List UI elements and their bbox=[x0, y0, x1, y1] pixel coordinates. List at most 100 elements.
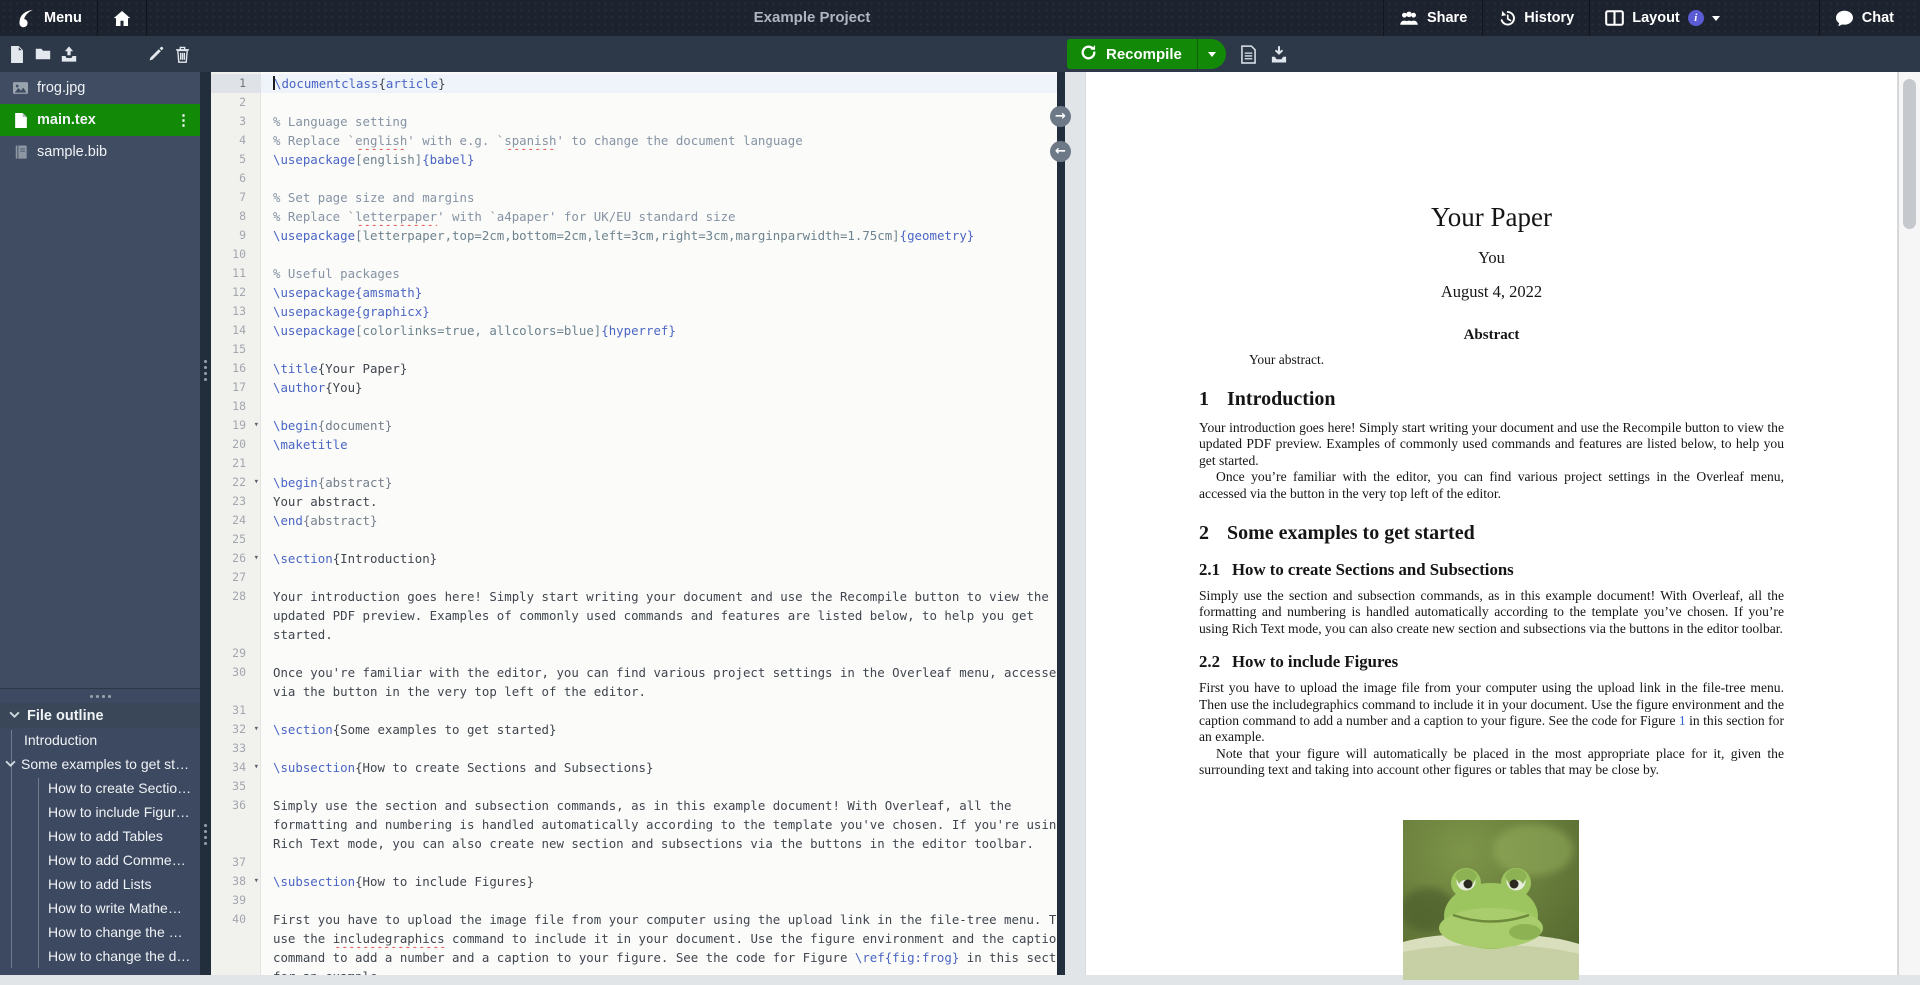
line-number: 11 bbox=[211, 264, 261, 283]
editor-line[interactable]: 28Your introduction goes here! Simply st… bbox=[211, 587, 1057, 606]
editor-line[interactable]: 5\usepackage[english]{babel} bbox=[211, 150, 1057, 169]
editor-pdf-divider[interactable] bbox=[1057, 72, 1065, 975]
outline-item-label: How to write Mathe… bbox=[48, 896, 182, 920]
editor-line[interactable]: for an example. bbox=[211, 967, 1057, 975]
editor-line[interactable]: 32▾\section{Some examples to get started… bbox=[211, 720, 1057, 739]
editor-line[interactable]: 39 bbox=[211, 891, 1057, 910]
file-row-main.tex[interactable]: main.tex⋮ bbox=[0, 104, 200, 136]
editor-line[interactable]: 22▾\begin{abstract} bbox=[211, 473, 1057, 492]
editor-line[interactable]: 19▾\begin{document} bbox=[211, 416, 1057, 435]
pdf-scrollbar[interactable] bbox=[1898, 72, 1920, 975]
upload-button[interactable] bbox=[55, 40, 83, 68]
editor-line[interactable]: 36Simply use the section and subsection … bbox=[211, 796, 1057, 815]
editor-line[interactable]: 11% Useful packages bbox=[211, 264, 1057, 283]
editor-line[interactable]: 15 bbox=[211, 340, 1057, 359]
sidebar-resize-divider[interactable] bbox=[200, 72, 211, 975]
outline-item[interactable]: How to create Sectio… bbox=[0, 776, 200, 800]
fold-arrow-icon[interactable]: ▾ bbox=[254, 720, 259, 739]
editor-line[interactable]: 29 bbox=[211, 644, 1057, 663]
editor-line[interactable]: 30Once you're familiar with the editor, … bbox=[211, 663, 1057, 682]
history-button[interactable]: History bbox=[1482, 0, 1589, 36]
editor-line[interactable]: 21 bbox=[211, 454, 1057, 473]
new-file-button[interactable] bbox=[3, 40, 31, 68]
share-button[interactable]: Share bbox=[1383, 0, 1482, 36]
view-logs-button[interactable] bbox=[1241, 45, 1256, 64]
editor-line[interactable]: 1\documentclass{article} bbox=[211, 74, 1057, 93]
editor-line[interactable]: 4% Replace `english' with e.g. `spanish'… bbox=[211, 131, 1057, 150]
outline-item[interactable]: How to include Figur… bbox=[0, 800, 200, 824]
home-button[interactable] bbox=[98, 0, 147, 36]
outline-item[interactable]: How to add Comme… bbox=[0, 848, 200, 872]
jump-to-code-button[interactable]: ← bbox=[1050, 141, 1071, 162]
editor-line[interactable]: started. bbox=[211, 625, 1057, 644]
editor-line[interactable]: 37 bbox=[211, 853, 1057, 872]
chat-button[interactable]: Chat bbox=[1819, 0, 1920, 36]
outline-item[interactable]: How to change the d… bbox=[0, 944, 200, 968]
editor-line[interactable]: 24\end{abstract} bbox=[211, 511, 1057, 530]
pdf-scrollbar-thumb[interactable] bbox=[1903, 79, 1916, 229]
editor-line[interactable]: 17\author{You} bbox=[211, 378, 1057, 397]
file-row-frog.jpg[interactable]: frog.jpg bbox=[0, 72, 200, 104]
editor-line[interactable]: updated PDF preview. Examples of commonl… bbox=[211, 606, 1057, 625]
outline-item[interactable]: How to write Mathe… bbox=[0, 896, 200, 920]
editor-line[interactable]: 34▾\subsection{How to create Sections an… bbox=[211, 758, 1057, 777]
editor-line[interactable]: 10 bbox=[211, 245, 1057, 264]
editor-line[interactable]: 35 bbox=[211, 777, 1057, 796]
line-number bbox=[211, 834, 261, 853]
menu-button[interactable]: Menu bbox=[0, 0, 98, 36]
outline-item[interactable]: How to add Tables bbox=[0, 824, 200, 848]
layout-info-badge[interactable]: i bbox=[1688, 10, 1704, 26]
delete-button[interactable] bbox=[168, 40, 196, 68]
editor-line[interactable]: command to add a number and a caption to… bbox=[211, 948, 1057, 967]
editor-line[interactable]: 18 bbox=[211, 397, 1057, 416]
editor-line[interactable]: 38▾\subsection{How to include Figures} bbox=[211, 872, 1057, 891]
history-label: History bbox=[1524, 10, 1574, 26]
pdf-link[interactable]: 1 bbox=[1679, 713, 1686, 728]
editor-line[interactable]: 13\usepackage{graphicx} bbox=[211, 302, 1057, 321]
editor-line[interactable]: use the includegraphics command to inclu… bbox=[211, 929, 1057, 948]
outline-item-label: How to add Tables bbox=[48, 824, 163, 848]
fold-arrow-icon[interactable]: ▾ bbox=[254, 549, 259, 568]
file-outline-header[interactable]: File outline bbox=[0, 703, 200, 728]
editor-line[interactable]: 6 bbox=[211, 169, 1057, 188]
file-actions-menu-icon[interactable]: ⋮ bbox=[176, 111, 191, 129]
code-editor[interactable]: 1\documentclass{article}23% Language set… bbox=[211, 72, 1057, 975]
outline-item[interactable]: Introduction bbox=[0, 728, 200, 752]
rename-button[interactable] bbox=[142, 40, 170, 68]
fold-arrow-icon[interactable]: ▾ bbox=[254, 872, 259, 891]
editor-line[interactable]: 8% Replace `letterpaper' with `a4paper' … bbox=[211, 207, 1057, 226]
file-row-sample.bib[interactable]: sample.bib bbox=[0, 136, 200, 168]
outline-item[interactable]: How to change the … bbox=[0, 920, 200, 944]
outline-item[interactable]: How to add Lists bbox=[0, 872, 200, 896]
new-folder-button[interactable] bbox=[29, 40, 57, 68]
outline-resize-handle[interactable] bbox=[0, 689, 200, 703]
outline-item-label: How to create Sectio… bbox=[48, 776, 191, 800]
editor-line[interactable]: 7% Set page size and margins bbox=[211, 188, 1057, 207]
jump-to-pdf-button[interactable]: → bbox=[1050, 106, 1071, 127]
editor-line[interactable]: 9\usepackage[letterpaper,top=2cm,bottom=… bbox=[211, 226, 1057, 245]
editor-line[interactable]: 23Your abstract. bbox=[211, 492, 1057, 511]
editor-line[interactable]: 3% Language setting bbox=[211, 112, 1057, 131]
fold-arrow-icon[interactable]: ▾ bbox=[254, 473, 259, 492]
fold-arrow-icon[interactable]: ▾ bbox=[254, 416, 259, 435]
editor-line[interactable]: 12\usepackage{amsmath} bbox=[211, 283, 1057, 302]
editor-line[interactable]: 14\usepackage[colorlinks=true, allcolors… bbox=[211, 321, 1057, 340]
editor-line[interactable]: Rich Text mode, you can also create new … bbox=[211, 834, 1057, 853]
download-pdf-button[interactable] bbox=[1271, 46, 1287, 63]
editor-line[interactable]: 25 bbox=[211, 530, 1057, 549]
editor-line[interactable]: formatting and numbering is handled auto… bbox=[211, 815, 1057, 834]
recompile-dropdown[interactable] bbox=[1197, 39, 1226, 69]
editor-line[interactable]: 31 bbox=[211, 701, 1057, 720]
layout-button[interactable]: Layout i bbox=[1589, 0, 1735, 36]
editor-line[interactable]: 20\maketitle bbox=[211, 435, 1057, 454]
editor-line[interactable]: 40First you have to upload the image fil… bbox=[211, 910, 1057, 929]
editor-line[interactable]: 33 bbox=[211, 739, 1057, 758]
editor-line[interactable]: via the button in the very top left of t… bbox=[211, 682, 1057, 701]
editor-line[interactable]: 27 bbox=[211, 568, 1057, 587]
outline-item[interactable]: Some examples to get st… bbox=[0, 752, 200, 776]
recompile-button[interactable]: Recompile bbox=[1067, 39, 1226, 69]
fold-arrow-icon[interactable]: ▾ bbox=[254, 758, 259, 777]
editor-line[interactable]: 16\title{Your Paper} bbox=[211, 359, 1057, 378]
editor-line[interactable]: 2 bbox=[211, 93, 1057, 112]
editor-line[interactable]: 26▾\section{Introduction} bbox=[211, 549, 1057, 568]
